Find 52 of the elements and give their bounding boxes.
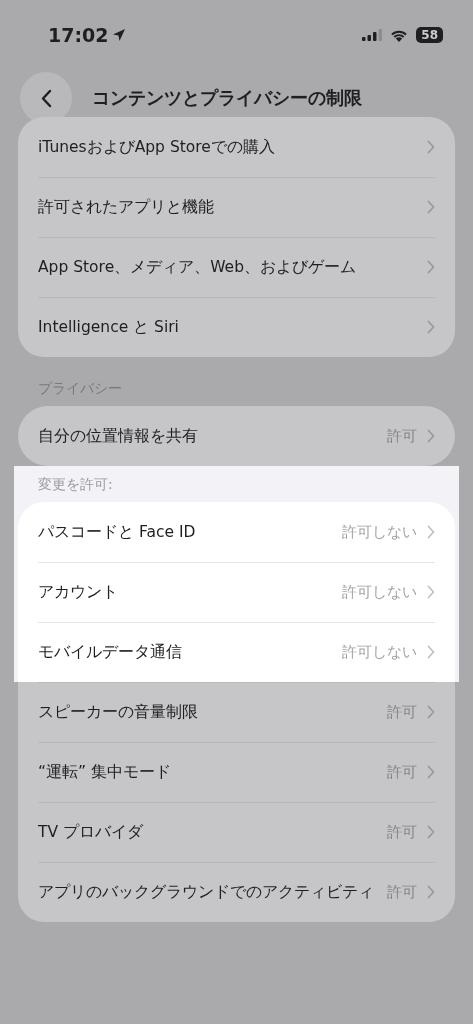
chevron-icon [427,140,435,154]
section-header: 変更を許可: [37,475,114,494]
row-value: 許可しない [342,522,417,542]
location-arrow-icon [112,28,127,42]
wifi-icon [390,28,409,42]
chevron-icon [427,645,435,659]
row-label: TV プロバイダ [38,821,144,843]
chevron-icon [427,585,435,599]
row-label: アカウント [38,581,119,603]
settings-row[interactable]: 自分の位置情報を共有 許可 [18,406,455,466]
settings-row[interactable]: “運転” 集中モード 許可 [18,742,455,802]
row-value: 許可 [387,702,417,722]
status-time: 17:02 [48,24,109,46]
settings-row[interactable]: iTunesおよびApp Storeでの購入 [18,117,455,177]
chevron-icon [427,429,435,443]
battery-level: 58 [416,27,443,43]
row-value: 許可 [387,762,417,782]
settings-row[interactable]: App Store、メディア、Web、およびゲーム [18,237,455,297]
row-label: App Store、メディア、Web、およびゲーム [38,256,357,278]
chevron-icon [427,525,435,539]
row-value: 許可 [387,882,417,902]
row-value: 許可 [387,822,417,842]
row-label: スピーカーの音量制限 [38,701,199,723]
row-value: 許可しない [342,642,417,662]
signal-icon [362,29,383,41]
row-label: iTunesおよびApp Storeでの購入 [38,136,276,158]
chevron-icon [427,765,435,779]
row-label: パスコードと Face ID [38,521,197,543]
settings-row[interactable]: Intelligence と Siri [18,297,455,357]
row-value: 許可しない [342,582,417,602]
settings-row[interactable]: スピーカーの音量制限 許可 [18,682,455,742]
settings-row[interactable]: アプリのバックグラウンドでのアクティビティ 許可 [18,862,455,922]
settings-row[interactable]: パスコードと Face ID 許可しない [18,502,455,562]
chevron-icon [427,825,435,839]
settings-row[interactable]: アカウント 許可しない [18,562,455,622]
row-label: 自分の位置情報を共有 [38,425,199,447]
row-value: 許可 [387,426,417,446]
row-label: Intelligence と Siri [38,316,180,338]
chevron-icon [427,705,435,719]
row-label: アプリのバックグラウンドでのアクティビティ [38,881,375,903]
row-label: “運転” 集中モード [38,761,172,783]
settings-row[interactable]: TV プロバイダ 許可 [18,802,455,862]
settings-row[interactable]: 許可されたアプリと機能 [18,177,455,237]
chevron-icon [427,320,435,334]
page-title: コンテンツとプライバシーの制限 [92,86,362,110]
back-chevron-icon [40,88,52,108]
row-label: モバイルデータ通信 [38,641,183,663]
row-label: 許可されたアプリと機能 [38,196,215,218]
settings-row[interactable]: モバイルデータ通信 許可しない [18,622,455,682]
chevron-icon [427,260,435,274]
chevron-icon [427,200,435,214]
chevron-icon [427,885,435,899]
